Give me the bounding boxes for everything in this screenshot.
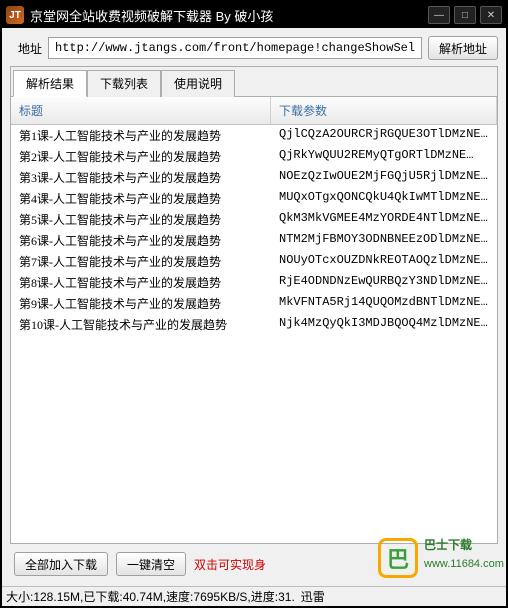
table-row[interactable]: 第2课-人工智能技术与产业的发展趋势QjRkYwQUU2REMyQTgORTlD… <box>11 146 497 167</box>
app-icon: JT <box>6 6 24 24</box>
client-area: 地址 解析地址 解析结果 下载列表 使用说明 标题 下载参数 第1课-人工智能技… <box>2 28 506 586</box>
minimize-button[interactable]: — <box>428 6 450 24</box>
table-row[interactable]: 第5课-人工智能技术与产业的发展趋势QkM3MkVGMEE4MzYORDE4NT… <box>11 209 497 230</box>
address-input[interactable] <box>48 37 422 59</box>
table-row[interactable]: 第10课-人工智能技术与产业的发展趋势Njk4MzQyQkI3MDJBQOQ4M… <box>11 314 497 335</box>
table-row[interactable]: 第7课-人工智能技术与产业的发展趋势NOUyOTcxOUZDNkREOTAOQz… <box>11 251 497 272</box>
cell-param: QjlCQzA2OURCRjRGQUE3OTlDMzNE… <box>271 125 497 146</box>
tab-parse-result[interactable]: 解析结果 <box>13 70 87 97</box>
cell-param: Njk4MzQyQkI3MDJBQOQ4MzlDMzNE… <box>271 314 497 335</box>
add-all-button[interactable]: 全部加入下载 <box>14 552 108 576</box>
grid-header: 标题 下载参数 <box>11 97 497 125</box>
cell-title: 第6课-人工智能技术与产业的发展趋势 <box>11 230 271 251</box>
close-button[interactable]: ✕ <box>480 6 502 24</box>
table-row[interactable]: 第6课-人工智能技术与产业的发展趋势NTM2MjFBMOY3ODNBNEEzOD… <box>11 230 497 251</box>
titlebar[interactable]: JT 京堂网全站收费视频破解下载器 By 破小孩 — □ ✕ <box>2 2 506 28</box>
cell-title: 第8课-人工智能技术与产业的发展趋势 <box>11 272 271 293</box>
window-controls: — □ ✕ <box>428 6 502 24</box>
table-row[interactable]: 第1课-人工智能技术与产业的发展趋势QjlCQzA2OURCRjRGQUE3OT… <box>11 125 497 146</box>
table-row[interactable]: 第9课-人工智能技术与产业的发展趋势MkVFNTA5Rj14QUQOMzdBNT… <box>11 293 497 314</box>
cell-param: NOUyOTcxOUZDNkREOTAOQzlDMzNE… <box>271 251 497 272</box>
address-row: 地址 解析地址 <box>10 36 498 60</box>
table-row[interactable]: 第8课-人工智能技术与产业的发展趋势RjE4ODNDNzEwQURBQzY3ND… <box>11 272 497 293</box>
address-label: 地址 <box>10 40 42 57</box>
cell-title: 第9课-人工智能技术与产业的发展趋势 <box>11 293 271 314</box>
maximize-button[interactable]: □ <box>454 6 476 24</box>
tab-strip: 解析结果 下载列表 使用说明 <box>11 67 497 97</box>
cell-param: QkM3MkVGMEE4MzYORDE4NTlDMzNE… <box>271 209 497 230</box>
cell-title: 第2课-人工智能技术与产业的发展趋势 <box>11 146 271 167</box>
cell-title: 第5课-人工智能技术与产业的发展趋势 <box>11 209 271 230</box>
tab-instructions[interactable]: 使用说明 <box>161 70 235 97</box>
app-window: JT 京堂网全站收费视频破解下载器 By 破小孩 — □ ✕ 地址 解析地址 解… <box>0 0 508 608</box>
status-progress: 大小:128.15M,已下载:40.74M,速度:7695KB/S,进度:31. <box>6 588 295 605</box>
clear-button[interactable]: 一键清空 <box>116 552 186 576</box>
table-row[interactable]: 第4课-人工智能技术与产业的发展趋势MUQxOTgxQONCQkU4QkIwMT… <box>11 188 497 209</box>
cell-title: 第10课-人工智能技术与产业的发展趋势 <box>11 314 271 335</box>
col-header-title[interactable]: 标题 <box>11 97 271 124</box>
bottom-toolbar: 全部加入下载 一键清空 双击可实现身 <box>10 550 498 578</box>
grid-body: 第1课-人工智能技术与产业的发展趋势QjlCQzA2OURCRjRGQUE3OT… <box>11 125 497 335</box>
cell-param: NTM2MjFBMOY3ODNBNEEzODlDMzNE… <box>271 230 497 251</box>
cell-title: 第1课-人工智能技术与产业的发展趋势 <box>11 125 271 146</box>
cell-title: 第3课-人工智能技术与产业的发展趋势 <box>11 167 271 188</box>
status-engine: 迅雷 <box>301 588 325 605</box>
result-grid: 标题 下载参数 第1课-人工智能技术与产业的发展趋势QjlCQzA2OURCRj… <box>11 97 497 543</box>
parse-button[interactable]: 解析地址 <box>428 36 498 60</box>
tab-download-list[interactable]: 下载列表 <box>87 70 161 97</box>
window-title: 京堂网全站收费视频破解下载器 By 破小孩 <box>30 6 428 25</box>
cell-param: MUQxOTgxQONCQkU4QkIwMTlDMzNE… <box>271 188 497 209</box>
cell-title: 第4课-人工智能技术与产业的发展趋势 <box>11 188 271 209</box>
status-bar: 大小:128.15M,已下载:40.74M,速度:7695KB/S,进度:31.… <box>2 586 506 606</box>
table-row[interactable]: 第3课-人工智能技术与产业的发展趋势NOEzQzIwOUE2MjFGQjU5Rj… <box>11 167 497 188</box>
cell-title: 第7课-人工智能技术与产业的发展趋势 <box>11 251 271 272</box>
col-header-param[interactable]: 下载参数 <box>271 97 497 124</box>
cell-param: QjRkYwQUU2REMyQTgORTlDMzNE… <box>271 146 497 167</box>
cell-param: NOEzQzIwOUE2MjFGQjU5RjlDMzNE… <box>271 167 497 188</box>
tabs-container: 解析结果 下载列表 使用说明 标题 下载参数 第1课-人工智能技术与产业的发展趋… <box>10 66 498 544</box>
cell-param: MkVFNTA5Rj14QUQOMzdBNTlDMzNE… <box>271 293 497 314</box>
double-click-hint: 双击可实现身 <box>194 556 266 573</box>
cell-param: RjE4ODNDNzEwQURBQzY3NDlDMzNE… <box>271 272 497 293</box>
